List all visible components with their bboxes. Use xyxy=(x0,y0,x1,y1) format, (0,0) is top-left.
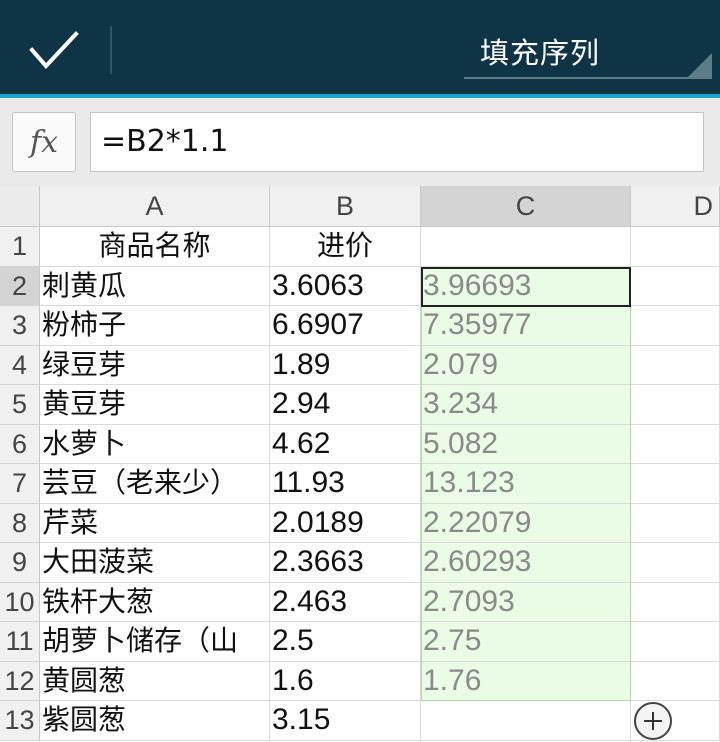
cell-a4[interactable]: 绿豆芽 xyxy=(40,345,270,385)
cell-c12[interactable]: 1.76 xyxy=(421,661,631,701)
cell-c6[interactable]: 5.082 xyxy=(421,424,631,464)
row-header[interactable]: 8 xyxy=(0,503,40,543)
cell-a10[interactable]: 铁杆大葱 xyxy=(40,582,270,622)
cell-d11[interactable] xyxy=(631,622,720,662)
column-header-d[interactable]: D xyxy=(631,186,720,227)
cell-b13[interactable]: 3.15 xyxy=(270,701,421,741)
column-header-b[interactable]: B xyxy=(270,186,421,227)
cell-b8[interactable]: 2.0189 xyxy=(270,503,421,543)
cell-a3[interactable]: 粉柿子 xyxy=(40,306,270,346)
row-header[interactable]: 11 xyxy=(0,622,40,662)
cell-d1[interactable] xyxy=(631,227,720,267)
row-header[interactable]: 6 xyxy=(0,424,40,464)
column-header-c[interactable]: C xyxy=(421,186,631,227)
cell-a11[interactable]: 胡萝卜储存（山 xyxy=(40,622,270,662)
cell-c7[interactable]: 13.123 xyxy=(421,464,631,504)
cell-a7[interactable]: 芸豆（老来少） xyxy=(40,464,270,504)
dropdown-underline xyxy=(464,77,712,79)
row-header[interactable]: 12 xyxy=(0,661,40,701)
row-header[interactable]: 7 xyxy=(0,464,40,504)
cell-a6[interactable]: 水萝卜 xyxy=(40,424,270,464)
cell-b6[interactable]: 4.62 xyxy=(270,424,421,464)
cell-d3[interactable] xyxy=(631,306,720,346)
row-header[interactable]: 13 xyxy=(0,701,40,741)
cell-b4[interactable]: 1.89 xyxy=(270,345,421,385)
toolbar-divider xyxy=(110,26,112,74)
cell-c9[interactable]: 2.60293 xyxy=(421,543,631,583)
cell-b1[interactable]: 进价 xyxy=(270,227,421,267)
check-icon[interactable] xyxy=(28,28,80,72)
fx-button[interactable]: fx xyxy=(12,112,76,172)
cell-a2[interactable]: 刺黄瓜 xyxy=(40,266,270,306)
cell-b7[interactable]: 11.93 xyxy=(270,464,421,504)
top-toolbar: 填充序列 xyxy=(0,0,720,94)
cell-d9[interactable] xyxy=(631,543,720,583)
row-header[interactable]: 3 xyxy=(0,306,40,346)
cell-d7[interactable] xyxy=(631,464,720,504)
fill-series-dropdown[interactable]: 填充序列 xyxy=(480,30,600,72)
row-header[interactable]: 5 xyxy=(0,385,40,425)
cell-c10[interactable]: 2.7093 xyxy=(421,582,631,622)
dropdown-corner-icon[interactable] xyxy=(686,53,712,79)
cell-c1[interactable] xyxy=(421,227,631,267)
cell-b2[interactable]: 3.6063 xyxy=(270,266,421,306)
cell-c5[interactable]: 3.234 xyxy=(421,385,631,425)
cell-b10[interactable]: 2.463 xyxy=(270,582,421,622)
row-header[interactable]: 4 xyxy=(0,345,40,385)
fill-handle-plus-icon[interactable] xyxy=(634,702,672,740)
select-all-corner[interactable] xyxy=(0,186,40,227)
cell-b11[interactable]: 2.5 xyxy=(270,622,421,662)
cell-b5[interactable]: 2.94 xyxy=(270,385,421,425)
active-cell-border xyxy=(421,267,631,307)
cell-d2[interactable] xyxy=(631,266,720,306)
cell-c3[interactable]: 7.35977 xyxy=(421,306,631,346)
cell-d4[interactable] xyxy=(631,345,720,385)
cell-c4[interactable]: 2.079 xyxy=(421,345,631,385)
cell-a13[interactable]: 紫圆葱 xyxy=(40,701,270,741)
cell-a5[interactable]: 黄豆芽 xyxy=(40,385,270,425)
cell-a12[interactable]: 黄圆葱 xyxy=(40,661,270,701)
cell-c8[interactable]: 2.22079 xyxy=(421,503,631,543)
cell-a9[interactable]: 大田菠菜 xyxy=(40,543,270,583)
formula-input[interactable]: =B2*1.1 xyxy=(90,112,704,172)
column-header-a[interactable]: A xyxy=(40,186,270,227)
cell-b12[interactable]: 1.6 xyxy=(270,661,421,701)
cell-d8[interactable] xyxy=(631,503,720,543)
cell-c13[interactable] xyxy=(421,701,631,741)
cell-d12[interactable] xyxy=(631,661,720,701)
row-header[interactable]: 10 xyxy=(0,582,40,622)
cell-a8[interactable]: 芹菜 xyxy=(40,503,270,543)
cell-a1[interactable]: 商品名称 xyxy=(40,227,270,267)
cell-b9[interactable]: 2.3663 xyxy=(270,543,421,583)
cell-c11[interactable]: 2.75 xyxy=(421,622,631,662)
cell-d10[interactable] xyxy=(631,582,720,622)
cell-d5[interactable] xyxy=(631,385,720,425)
cell-d6[interactable] xyxy=(631,424,720,464)
row-header[interactable]: 9 xyxy=(0,543,40,583)
row-header[interactable]: 2 xyxy=(0,266,40,306)
cell-b3[interactable]: 6.6907 xyxy=(270,306,421,346)
row-header[interactable]: 1 xyxy=(0,227,40,267)
